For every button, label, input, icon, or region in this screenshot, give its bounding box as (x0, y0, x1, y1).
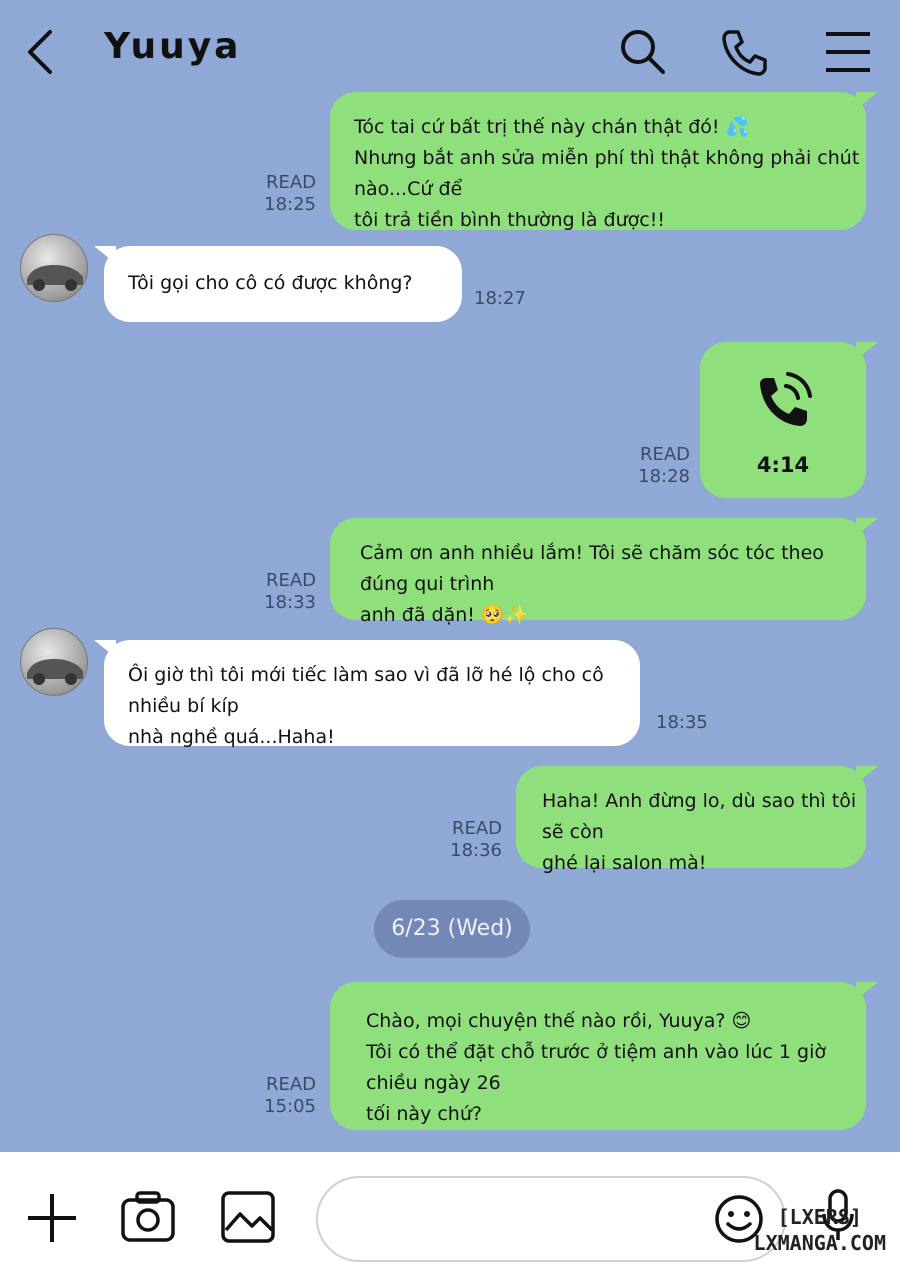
menu-icon[interactable] (822, 26, 874, 78)
message-time: 18:28 (638, 466, 690, 487)
watermark: [LXERS] LXMANGA.COM (754, 1204, 886, 1256)
message-time: 18:35 (656, 712, 708, 733)
bubble-tail (856, 92, 878, 110)
message-line: tôi trả tiền bình thường là được!! (354, 209, 665, 231)
camera-icon[interactable] (120, 1190, 176, 1249)
back-chevron-icon[interactable] (22, 28, 62, 76)
message-line: Tóc tai cứ bất trị thế này chán thật đó!… (354, 116, 750, 138)
message-bubble-outgoing[interactable]: Haha! Anh đừng lo, dù sao thì tôi sẽ còn… (516, 766, 866, 874)
message-bubble-outgoing[interactable]: Chào, mọi chuyện thế nào rồi, Yuuya? 😊 T… (330, 982, 866, 1130)
read-status: READ (639, 444, 690, 465)
message-line: Tôi có thể đặt chỗ trước ở tiệm anh vào … (366, 1041, 826, 1094)
message-time: 18:27 (474, 288, 526, 309)
message-time: 18:25 (264, 194, 316, 215)
message-time: 15:05 (264, 1096, 316, 1117)
message-time: 18:36 (450, 840, 502, 861)
call-bubble[interactable]: 4:14 (700, 342, 866, 498)
search-icon[interactable] (616, 26, 668, 78)
call-duration: 4:14 (756, 453, 810, 477)
message-time: 18:33 (264, 592, 316, 613)
message-line: Chào, mọi chuyện thế nào rồi, Yuuya? 😊 (366, 1010, 752, 1032)
read-status: READ (265, 172, 316, 193)
watermark-line: LXMANGA.COM (753, 1231, 886, 1255)
message-bubble-outgoing[interactable]: Cảm ơn anh nhiều lắm! Tôi sẽ chăm sóc tó… (330, 518, 866, 626)
avatar[interactable] (20, 628, 88, 696)
message-bubble-incoming[interactable]: Ôi giờ thì tôi mới tiếc làm sao vì đã lỡ… (104, 640, 640, 748)
message-line: ghé lại salon mà! (542, 852, 707, 874)
avatar[interactable] (20, 234, 88, 302)
bubble-tail (856, 518, 878, 536)
message-line: Ôi giờ thì tôi mới tiếc làm sao vì đã lỡ… (128, 664, 604, 717)
chat-title: Yuuya (104, 26, 242, 67)
message-bubble-outgoing[interactable]: Tóc tai cứ bất trị thế này chán thật đó!… (330, 92, 866, 231)
message-line: anh đã dặn! 🥺✨ (360, 604, 529, 626)
message-meta: READ 18:33 (236, 570, 316, 614)
message-meta: READ 18:36 (422, 818, 502, 862)
message-bubble-incoming[interactable]: Tôi gọi cho cô có được không? (104, 246, 462, 322)
plus-icon[interactable] (26, 1192, 78, 1249)
message-line: Cảm ơn anh nhiều lắm! Tôi sẽ chăm sóc tó… (360, 542, 824, 595)
bubble-tail (856, 342, 878, 360)
read-status: READ (265, 570, 316, 591)
message-meta: READ 18:28 (610, 444, 690, 488)
message-meta: READ 15:05 (236, 1074, 316, 1118)
bubble-tail (856, 982, 878, 1000)
image-icon[interactable] (220, 1190, 276, 1249)
read-status: READ (451, 818, 502, 839)
message-line: Tôi gọi cho cô có được không? (128, 272, 413, 294)
composer-bar: [LXERS] LXMANGA.COM (0, 1152, 900, 1272)
message-line: Haha! Anh đừng lo, dù sao thì tôi sẽ còn (542, 790, 857, 843)
message-line: Nhưng bắt anh sửa miễn phí thì thật khôn… (354, 147, 860, 200)
phone-icon[interactable] (718, 26, 770, 78)
message-meta: READ 18:25 (236, 172, 316, 216)
watermark-line: [LXERS] (777, 1205, 862, 1229)
date-divider: 6/23 (Wed) (374, 900, 530, 958)
read-status: READ (265, 1074, 316, 1095)
chat-header: Yuuya (0, 0, 900, 92)
message-line: nhà nghề quá...Haha! (128, 726, 335, 748)
message-line: tối này chứ? (366, 1103, 482, 1125)
phone-call-icon (750, 370, 814, 444)
bubble-tail (856, 766, 878, 784)
